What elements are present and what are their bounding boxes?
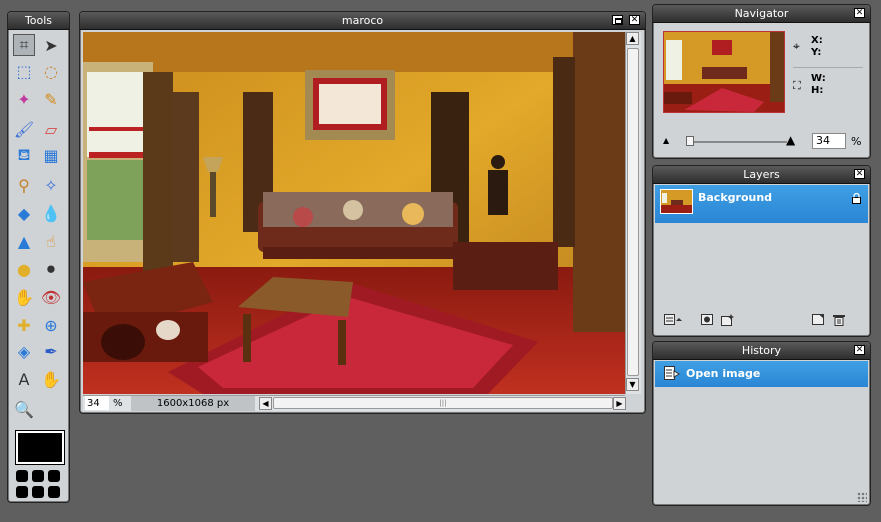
tools-panel-title: Tools xyxy=(8,12,69,30)
zoom-unit: % xyxy=(113,398,123,409)
pinch-tool-icon[interactable]: ◈ xyxy=(13,340,35,362)
size-icon: ⛶ xyxy=(793,79,801,92)
swatch[interactable] xyxy=(16,470,28,482)
vertical-scrollbar[interactable]: ▲ ▼ xyxy=(625,32,641,394)
w-label: W: xyxy=(811,73,826,84)
move-tool-icon[interactable]: ➤ xyxy=(40,34,62,56)
navigator-panel: Navigator ✕ ⌖ X: Y: ⛶ W: H: ▲ ▲ 34 % xyxy=(652,4,871,159)
divider xyxy=(793,67,863,68)
pencil-tool-icon[interactable]: ✎ xyxy=(40,88,62,110)
layer-settings-icon[interactable] xyxy=(664,314,682,325)
paint-bucket-tool-icon[interactable]: ⛾ xyxy=(13,144,35,166)
navigator-title: Navigator xyxy=(734,7,789,20)
bloat-tool-icon[interactable]: ⊕ xyxy=(40,314,62,336)
layer-preview xyxy=(661,190,692,213)
history-item[interactable]: Open image xyxy=(655,361,868,387)
zoom-tool-icon[interactable]: 🔍 xyxy=(13,398,35,420)
layer-thumbnail xyxy=(660,189,693,214)
swatch[interactable] xyxy=(32,470,44,482)
scroll-left-icon[interactable]: ◀ xyxy=(259,397,272,410)
swatch[interactable] xyxy=(32,486,44,498)
brush-tool-icon[interactable]: 🖌 xyxy=(13,118,35,140)
dodge-tool-icon[interactable]: ⚫ xyxy=(40,258,62,280)
navigator-titlebar: Navigator ✕ xyxy=(653,5,870,23)
history-item-label: Open image xyxy=(686,367,761,380)
history-titlebar: History ✕ xyxy=(653,342,870,360)
tools-panel: Tools ⌗ ➤ ⬚ ◌ ✦ ✎ 🖌 ▱ ⛾ ▦ ⚲ ✧ ◆ 💧 ▲ ☝ ● ⚫ ✋ 👁 ✚ ⊕ ◈ ✒ A ✋ 🔍 xyxy=(7,11,70,503)
crosshair-icon: ⌖ xyxy=(793,39,800,53)
sharpen-tool-icon[interactable]: ▲ xyxy=(13,230,35,252)
zoom-slider[interactable] xyxy=(687,141,787,143)
image-title: maroco xyxy=(341,14,384,27)
status-bar: 34 % 1600x1068 px ◀ ||| ▶ xyxy=(83,395,626,411)
x-label: X: xyxy=(811,35,823,46)
zoom-out-mountain-icon[interactable]: ▲ xyxy=(663,136,669,145)
y-label: Y: xyxy=(811,47,822,58)
image-window: maroco ✕ ▲ ▼ 34 % 1600x1068 px ◀ ||| ▶ xyxy=(79,11,646,414)
history-title: History xyxy=(741,344,782,357)
new-layer-icon[interactable] xyxy=(812,314,825,325)
gradient-tool-icon[interactable]: ▦ xyxy=(40,144,62,166)
color-replace-tool-icon[interactable]: ✧ xyxy=(40,174,62,196)
zoom-slider-knob[interactable] xyxy=(686,136,695,146)
layers-title: Layers xyxy=(743,168,780,181)
h-label: H: xyxy=(811,85,824,96)
vertical-scroll-thumb[interactable] xyxy=(627,48,639,376)
navigator-thumbnail[interactable] xyxy=(663,31,785,113)
open-image-icon xyxy=(664,366,680,383)
scroll-down-icon[interactable]: ▼ xyxy=(626,378,639,391)
navigator-preview xyxy=(664,32,784,112)
foreground-color-swatch[interactable] xyxy=(16,431,64,464)
eraser-tool-icon[interactable]: ▱ xyxy=(40,118,62,140)
clone-stamp-tool-icon[interactable]: ⚲ xyxy=(13,174,35,196)
layers-panel: Layers ✕ Background xyxy=(652,165,871,337)
layers-toolbar xyxy=(655,311,868,331)
lock-icon[interactable] xyxy=(852,192,861,207)
crop-tool-icon[interactable]: ⌗ xyxy=(13,34,35,56)
blur-tool-icon[interactable]: 💧 xyxy=(40,202,62,224)
smudge-tool-icon[interactable]: ☝ xyxy=(40,230,62,252)
close-icon[interactable]: ✕ xyxy=(854,345,865,355)
layer-mask-icon[interactable] xyxy=(701,314,714,325)
image-canvas[interactable] xyxy=(83,32,625,394)
sponge-tool-icon[interactable]: ● xyxy=(13,258,35,280)
close-icon[interactable]: ✕ xyxy=(854,8,865,18)
close-icon[interactable]: ✕ xyxy=(854,169,865,179)
navigator-zoom-input[interactable]: 34 xyxy=(812,133,846,149)
horizontal-scroll-thumb[interactable]: ||| xyxy=(273,397,613,409)
image-window-titlebar[interactable]: maroco ✕ xyxy=(80,12,645,30)
image-size-label: 1600x1068 px xyxy=(131,396,255,411)
history-panel: History ✕ Open image xyxy=(652,341,871,506)
scroll-right-icon[interactable]: ▶ xyxy=(613,397,626,410)
zoom-input[interactable]: 34 xyxy=(85,396,109,410)
room-photo xyxy=(83,32,625,394)
lasso-tool-icon[interactable]: ◌ xyxy=(40,60,62,82)
horizontal-scrollbar[interactable]: ◀ ||| ▶ xyxy=(259,396,626,411)
navigator-zoom-unit: % xyxy=(851,135,862,148)
type-tool-icon[interactable]: A xyxy=(13,368,35,390)
trash-icon[interactable] xyxy=(833,314,846,326)
color-picker-tool-icon[interactable]: ✒ xyxy=(40,340,62,362)
resize-grip-icon[interactable] xyxy=(857,492,867,502)
swatch[interactable] xyxy=(48,486,60,498)
burn-tool-icon[interactable]: ✋ xyxy=(13,286,35,308)
scroll-up-icon[interactable]: ▲ xyxy=(626,32,639,45)
layer-styles-icon[interactable] xyxy=(721,314,734,326)
zoom-in-mountain-icon[interactable]: ▲ xyxy=(786,133,795,147)
red-eye-tool-icon[interactable]: 👁 xyxy=(40,286,62,308)
swatch[interactable] xyxy=(48,470,60,482)
swatch[interactable] xyxy=(16,486,28,498)
close-icon[interactable]: ✕ xyxy=(629,15,640,25)
layer-name: Background xyxy=(698,191,773,204)
maximize-icon[interactable] xyxy=(612,15,623,25)
magic-wand-tool-icon[interactable]: ✦ xyxy=(13,88,35,110)
drawing-shapes-tool-icon[interactable]: ◆ xyxy=(13,202,35,224)
layers-titlebar: Layers ✕ xyxy=(653,166,870,184)
hand-tool-icon[interactable]: ✋ xyxy=(40,368,62,390)
spot-heal-tool-icon[interactable]: ✚ xyxy=(13,314,35,336)
marquee-tool-icon[interactable]: ⬚ xyxy=(13,60,35,82)
layer-item[interactable]: Background xyxy=(655,185,868,223)
